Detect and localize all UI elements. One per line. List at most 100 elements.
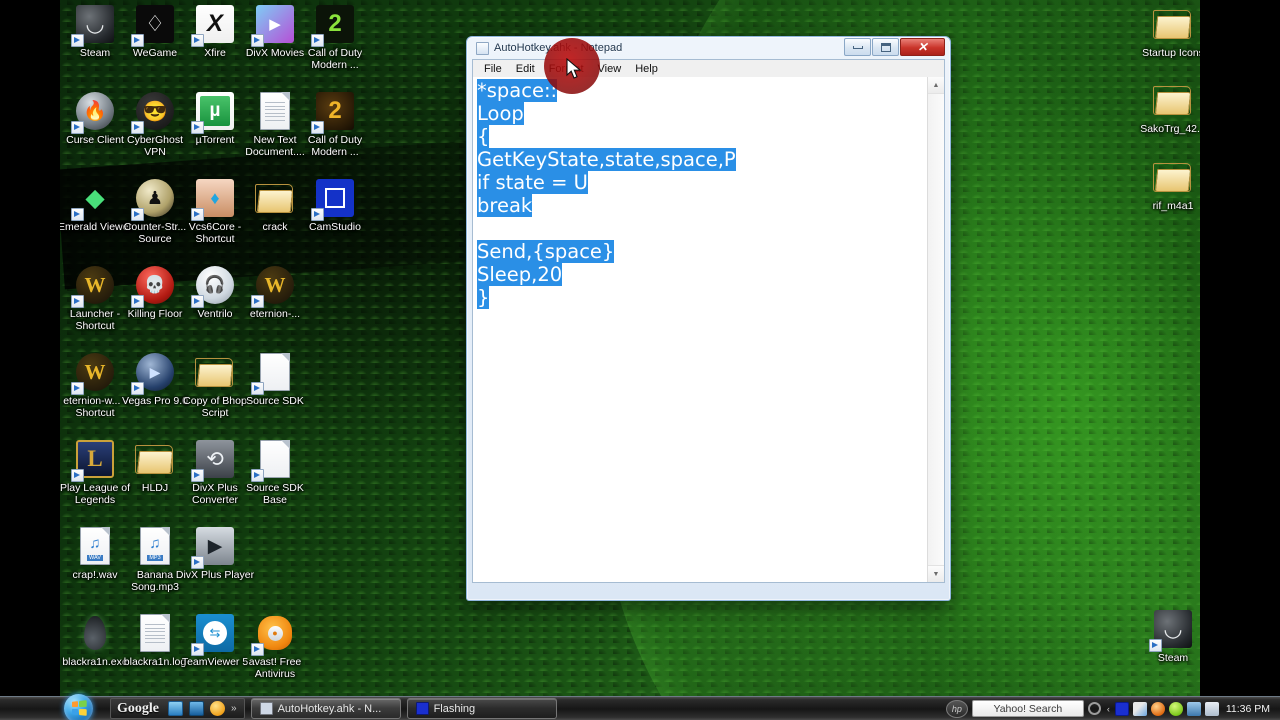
shortcut-overlay-icon (191, 643, 204, 656)
shortcut-overlay-icon (71, 208, 84, 221)
desktop-icon-empty (295, 611, 375, 657)
code-line[interactable]: Loop (477, 102, 924, 125)
notepad-client-area[interactable]: *space:: Loop{GetKeyState,state,space,P if… (472, 77, 945, 583)
code-line[interactable]: if state = U (477, 171, 924, 194)
show-desktop-icon[interactable] (168, 701, 183, 716)
orange-circle-icon[interactable] (1150, 701, 1165, 716)
shortcut-overlay-icon (251, 469, 264, 482)
folder-icon (133, 437, 177, 481)
taskbar[interactable]: Google » AutoHotkey.ahk - N... Flashing h… (0, 693, 1280, 720)
desktop-icon-empty (295, 350, 375, 396)
hp-logo-icon[interactable]: hp (945, 699, 968, 718)
shortcut-overlay-icon (71, 382, 84, 395)
code-line[interactable]: Sleep,20 (477, 263, 924, 286)
notepad-text-area[interactable]: *space:: Loop{GetKeyState,state,space,P if… (473, 77, 927, 582)
letterbox-left (0, 0, 60, 720)
menu-item-help[interactable]: Help (628, 62, 665, 76)
taskbar-button-flashing[interactable]: Flashing (406, 698, 557, 719)
taskbar-button-autohotkey-ahk-n[interactable]: AutoHotkey.ahk - N... (250, 698, 401, 719)
desktop-icon-call-of-duty-modern[interactable]: 2 Call of Duty Modern ... (295, 2, 375, 71)
selected-text: { (477, 125, 490, 148)
scroll-up-icon[interactable]: ▲ (928, 77, 944, 94)
wow-icon: W (251, 263, 297, 308)
maximize-button[interactable] (872, 38, 899, 56)
shortcut-overlay-icon (1149, 639, 1162, 652)
blank-icon (253, 524, 297, 568)
desktop-screen: ◡ Steam ♢ WeGame X Xfire ▶ DivX Movies 2 Call of … (0, 0, 1280, 720)
selected-text: } (477, 286, 490, 309)
teamviewer-icon: ⇆ (191, 611, 237, 656)
network-icon[interactable] (1186, 701, 1201, 716)
xfire-icon: X (191, 2, 237, 47)
scroll-down-icon[interactable]: ▼ (928, 565, 944, 582)
selected-text: Sleep,20 (477, 263, 563, 286)
window-controls: ✕ (844, 38, 945, 56)
desktop-icon-camstudio[interactable]: CamStudio (295, 176, 375, 234)
shortcut-overlay-icon (251, 295, 264, 308)
vertical-scrollbar[interactable]: ▲ ▼ (927, 77, 944, 582)
desktop-icon-empty (295, 437, 375, 483)
quicklaunch-overflow-icon[interactable]: » (228, 703, 240, 714)
taskbar-button-label: AutoHotkey.ahk - N... (277, 702, 382, 715)
code-line[interactable]: GetKeyState,state,space,P (477, 148, 924, 171)
clock[interactable]: 11:36 PM (1226, 703, 1270, 715)
avast-icon: ● (251, 611, 297, 656)
shortcut-overlay-icon (131, 208, 144, 221)
shortcut-overlay-icon (191, 556, 204, 569)
notepad-menubar[interactable]: File Edit Format View Help (472, 59, 945, 77)
code-line[interactable]: break (477, 194, 924, 217)
blank-icon (313, 611, 357, 655)
volume-icon[interactable] (1204, 701, 1219, 716)
code-line[interactable]: *space:: (477, 79, 924, 102)
killingfloor-icon: 💀 (131, 263, 177, 308)
selected-text: Send,{space} (477, 240, 615, 263)
code-line[interactable]: } (477, 286, 924, 309)
document-icon (253, 89, 297, 133)
notepad-titlebar[interactable]: AutoHotkey.ahk - Notepad ✕ (472, 37, 945, 59)
yahoo-search-input[interactable]: Yahoo! Search (971, 700, 1084, 717)
smiley-icon[interactable] (210, 701, 225, 716)
menu-item-file[interactable]: File (477, 62, 509, 76)
switch-windows-icon[interactable] (189, 701, 204, 716)
shortcut-overlay-icon (71, 469, 84, 482)
folder-icon (1151, 78, 1195, 122)
close-button[interactable]: ✕ (900, 38, 945, 56)
wow-icon: W (71, 350, 117, 395)
minimize-button[interactable] (844, 38, 871, 56)
avast-shield-icon[interactable] (1168, 701, 1183, 716)
selected-text: break (477, 194, 533, 217)
emerald-icon: ⬥ (71, 176, 117, 221)
taskbar-button-label: Flashing (433, 702, 476, 715)
start-button[interactable] (62, 693, 104, 720)
autohotkey-icon[interactable] (1114, 701, 1129, 716)
cod2gold-icon: 2 (311, 89, 357, 134)
code-line[interactable] (477, 217, 924, 240)
desktop-icon-label: eternion-... (249, 308, 301, 320)
shortcut-overlay-icon (311, 121, 324, 134)
divxplay-icon: ▶ (191, 524, 237, 569)
system-tray[interactable]: hp Yahoo! Search ‹ 11:36 PM (945, 697, 1280, 720)
camstudio-icon (311, 176, 357, 221)
menu-item-view[interactable]: View (591, 62, 629, 76)
selected-text: if state = U (477, 171, 588, 194)
page-icon (251, 350, 297, 395)
notepad-window[interactable]: AutoHotkey.ahk - Notepad ✕ File Edit Forma… (466, 36, 951, 601)
tray-overflow-icon[interactable]: ‹ (1107, 704, 1110, 714)
google-label[interactable]: Google (115, 701, 165, 717)
menu-item-format[interactable]: Format (542, 62, 591, 76)
desktop-icon-call-of-duty-modern[interactable]: 2 Call of Duty Modern ... (295, 89, 375, 158)
menu-item-edit[interactable]: Edit (509, 62, 542, 76)
shortcut-overlay-icon (191, 469, 204, 482)
desktop-icon-label: Call of Duty Modern ... (307, 134, 363, 158)
divx-icon: ▶ (251, 2, 297, 47)
google-quicklaunch-bar[interactable]: Google » (110, 698, 245, 719)
blank-icon (313, 437, 357, 481)
folder-icon (193, 350, 237, 394)
search-icon[interactable] (1087, 702, 1101, 715)
code-line[interactable]: Send,{space} (477, 240, 924, 263)
document-icon (133, 611, 177, 655)
notepad-app-icon (476, 41, 489, 55)
shortcut-overlay-icon (251, 382, 264, 395)
tool-icon[interactable] (1132, 701, 1147, 716)
code-line[interactable]: { (477, 125, 924, 148)
